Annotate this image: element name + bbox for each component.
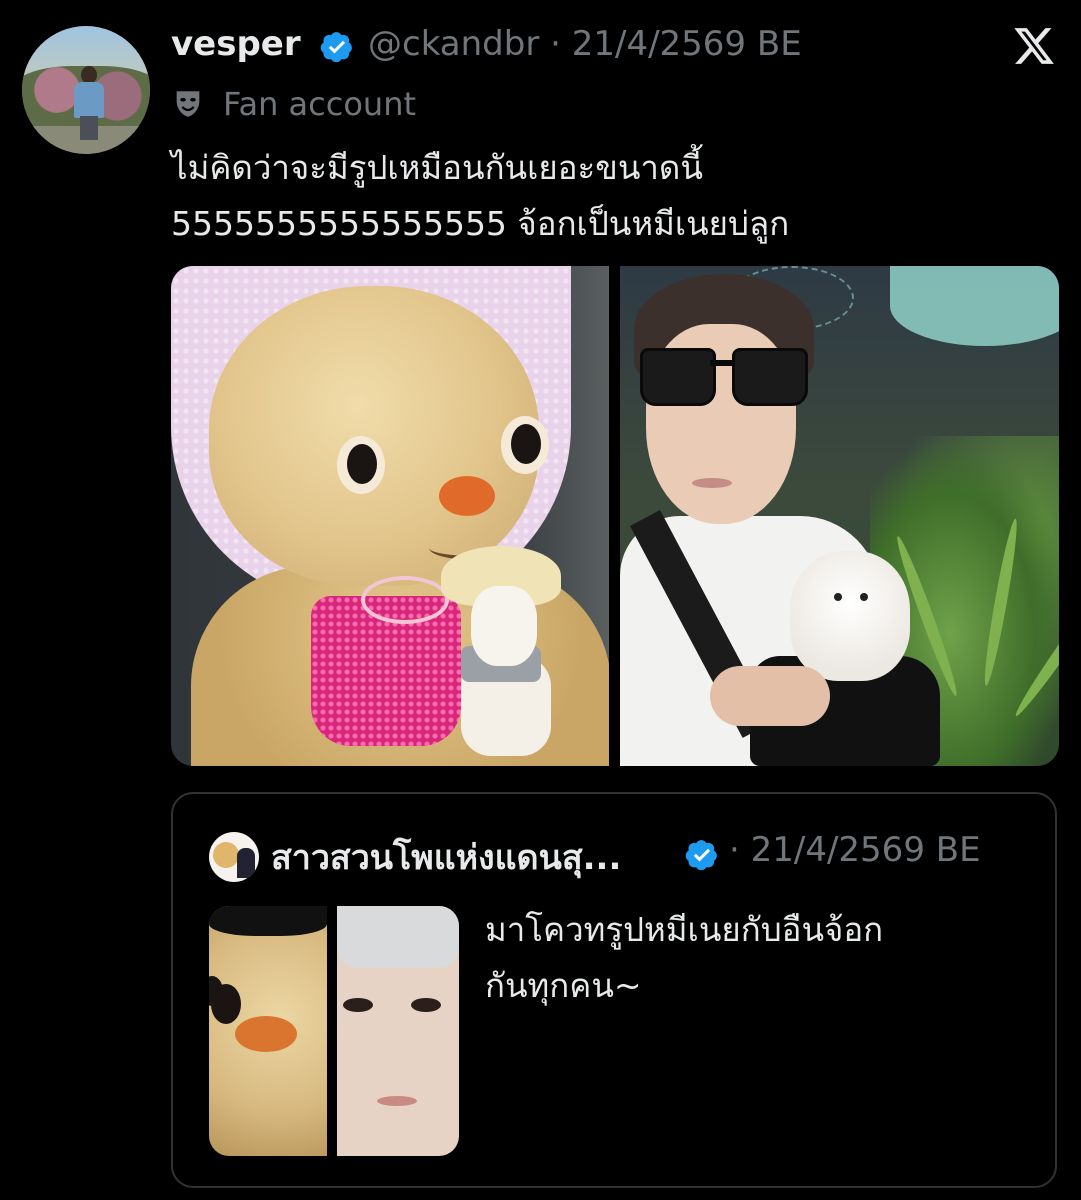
thumb-man [337,906,459,1156]
quoted-media-thumbnail[interactable] [209,906,459,1156]
verified-badge-icon [685,840,717,871]
post-text-line-1: ไม่คิดว่าจะมีรูปเหมือนกันเยอะขนาดนี้ [171,148,703,187]
fan-account-label-row: Fan account [171,84,416,124]
bear-head [209,286,549,586]
hand [710,666,830,726]
quoted-author-avatar[interactable] [209,832,259,882]
x-logo-icon[interactable] [1012,24,1056,68]
fan-account-label: Fan account [223,85,417,123]
alpaca-plush [790,551,910,681]
avatar-person [74,66,104,140]
verified-badge-icon [320,32,352,63]
quoted-post[interactable]: สาวสวนโพแห่งแดนสุ... · 21/4/2569 BE มาโค… [171,792,1057,1188]
dress-bow [361,576,449,624]
author-avatar[interactable] [22,26,150,154]
post-media [171,266,1059,766]
author-name[interactable]: vesper [171,24,301,64]
author-handle-and-date[interactable]: @ckandbr · 21/4/2569 BE [368,24,802,64]
teddy-bear-photo[interactable] [171,266,609,766]
man-with-alpaca-photo[interactable] [620,266,1059,766]
quoted-text-line-1: มาโควทรูปหมีเนยกับอืนจ้อก [485,910,884,949]
post-text: ไม่คิดว่าจะมีรูปเหมือนกันเยอะขนาดนี้ 555… [171,140,1051,252]
post-text-line-2: 5555555555555555 จ้อกเป็นหมีเนยบ่ลูก [171,204,790,243]
quoted-text-line-2: กันทุกคน~ [485,966,642,1005]
thumb-bear [209,906,327,1156]
lips [692,478,732,488]
quoted-author-name[interactable]: สาวสวนโพแห่งแดนสุ... [271,830,621,884]
quoted-post-text: มาโควทรูปหมีเนยกับอืนจ้อก กันทุกคน~ [485,902,1025,1014]
sunglasses [640,348,808,406]
alpaca-plush [441,546,561,756]
masks-icon [176,91,200,117]
quoted-post-date[interactable]: · 21/4/2569 BE [729,830,981,870]
umbrella [890,266,1059,346]
